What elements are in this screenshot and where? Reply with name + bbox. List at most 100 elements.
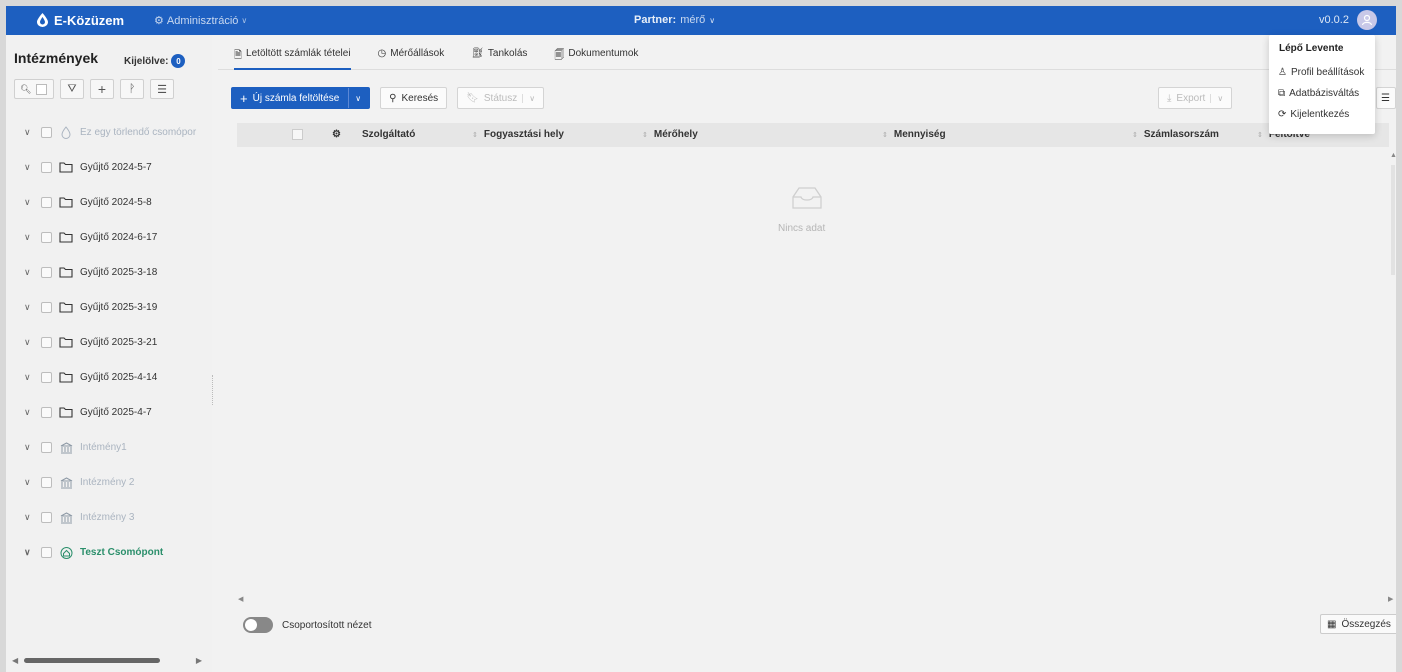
column-header[interactable]: ⇕ Fogyasztási hely xyxy=(472,129,564,140)
chevron-down-icon[interactable]: ∨ xyxy=(24,127,34,138)
tree-item-checkbox[interactable] xyxy=(41,162,52,173)
tree-item[interactable]: ∨ Ez egy törlendő csomópor xyxy=(24,115,214,150)
partner-select[interactable]: Partner: mérő ∨ xyxy=(634,14,715,26)
chevron-down-icon[interactable]: ∨ xyxy=(24,477,34,488)
chevron-down-icon[interactable]: ∨ xyxy=(1210,93,1223,103)
tree-item-checkbox[interactable] xyxy=(41,267,52,278)
tree-item[interactable]: ∨ Gyűjtő 2025-4-7 xyxy=(24,395,214,430)
folder-icon xyxy=(59,407,73,419)
search-checkbox[interactable] xyxy=(36,83,48,95)
chevron-down-icon[interactable]: ∨ xyxy=(522,93,535,103)
tab-fuel[interactable]: ⛽︎ Tankolás xyxy=(471,35,527,70)
branch-button[interactable]: ᚹ xyxy=(120,79,144,99)
search-button[interactable]: ⚲ Keresés xyxy=(380,87,448,109)
selected-label: Kijelölve: xyxy=(124,55,169,67)
tree-item[interactable]: ∨ Intézmény 3 xyxy=(24,500,214,535)
tree-item[interactable]: ∨ Gyűjtő 2025-4-14 xyxy=(24,360,214,395)
tab-gauge[interactable]: ◷ Mérőállások xyxy=(378,35,445,70)
tree-item[interactable]: ∨ Gyűjtő 2025-3-18 xyxy=(24,255,214,290)
menu-item-database-switch[interactable]: ⧉ Adatbázisváltás xyxy=(1269,83,1375,104)
tree-item-checkbox[interactable] xyxy=(41,302,52,313)
tree-item[interactable]: ∨ Gyűjtő 2025-3-21 xyxy=(24,325,214,360)
tree-item-checkbox[interactable] xyxy=(41,442,52,453)
table-vscrollbar[interactable]: ▲ ▼ xyxy=(1390,150,1396,620)
chevron-down-icon[interactable]: ∨ xyxy=(24,337,34,348)
chevron-down-icon[interactable]: ∨ xyxy=(24,547,34,558)
tree-item-checkbox[interactable] xyxy=(41,512,52,523)
tree-item-checkbox[interactable] xyxy=(41,477,52,488)
tree-item-checkbox[interactable] xyxy=(41,197,52,208)
chevron-down-icon[interactable]: ∨ xyxy=(24,512,34,523)
chevron-down-icon[interactable]: ∨ xyxy=(24,442,34,453)
resize-handle[interactable] xyxy=(212,375,215,405)
tree-item-checkbox[interactable] xyxy=(41,407,52,418)
chevron-down-icon[interactable]: ∨ xyxy=(24,197,34,208)
list-view-button[interactable]: ☰ xyxy=(150,79,174,99)
add-button[interactable]: + xyxy=(90,79,114,99)
scroll-thumb[interactable] xyxy=(24,657,160,663)
sidebar-toolbar: 🔍︎ ⛛ + ᚹ ☰ xyxy=(14,79,174,99)
column-header[interactable]: Szolgáltató xyxy=(362,129,415,140)
export-label: Export xyxy=(1176,92,1206,104)
tree-item-checkbox[interactable] xyxy=(41,337,52,348)
tree-item[interactable]: ∨ Gyűjtő 2024-6-17 xyxy=(24,220,214,255)
chevron-down-icon[interactable]: ∨ xyxy=(24,267,34,278)
tree-item[interactable]: ∨ Intémény1 xyxy=(24,430,214,465)
sidebar-search-button[interactable]: 🔍︎ xyxy=(14,79,54,99)
filter-button[interactable]: ⛛ xyxy=(60,79,84,99)
tree-item[interactable]: ∨ Gyűjtő 2025-3-19 xyxy=(24,290,214,325)
tree-item[interactable]: ∨ Intézmény 2 xyxy=(24,465,214,500)
column-header[interactable]: ⇕ Mérőhely xyxy=(642,129,698,140)
scroll-right-icon[interactable]: ▶ xyxy=(1388,595,1393,603)
home-icon xyxy=(59,546,73,559)
empty-inbox-icon xyxy=(792,187,822,209)
grouped-view-toggle[interactable] xyxy=(243,617,273,633)
tree-item-checkbox[interactable] xyxy=(41,232,52,243)
plus-icon: + xyxy=(97,81,107,97)
tree-item[interactable]: ∨ Gyűjtő 2024-5-7 xyxy=(24,150,214,185)
tree-item-label: Gyűjtő 2024-5-8 xyxy=(80,197,152,208)
column-settings-button[interactable]: ☰ xyxy=(1376,87,1396,109)
scroll-up-icon[interactable]: ▲ xyxy=(1390,152,1396,159)
chevron-down-icon: ∨ xyxy=(709,15,716,25)
plus-icon: + xyxy=(240,90,248,106)
scroll-right-icon[interactable]: ▶ xyxy=(196,656,202,665)
brand-title[interactable]: E-Közüzem xyxy=(54,13,124,28)
column-header[interactable]: ⇕ Mennyiség xyxy=(882,129,946,140)
folder-icon xyxy=(59,372,73,384)
export-button[interactable]: ⤓ Export ∨ xyxy=(1158,87,1233,109)
summary-button[interactable]: ▦ Összegzés xyxy=(1320,614,1396,634)
chevron-down-icon[interactable]: ∨ xyxy=(348,88,361,108)
chevron-down-icon[interactable]: ∨ xyxy=(24,372,34,383)
upload-invoice-button[interactable]: + Új számla feltöltése ∨ xyxy=(231,87,371,109)
tab-document[interactable]: 🗐︎ Dokumentumok xyxy=(554,35,638,70)
tree-item-checkbox[interactable] xyxy=(41,372,52,383)
gear-icon[interactable]: ⚙ xyxy=(332,129,341,140)
menu-item-logout[interactable]: ⟳ Kijelentkezés xyxy=(1269,104,1375,125)
column-header[interactable]: ⇕ Számlasorszám xyxy=(1132,129,1219,140)
tree-item-checkbox[interactable] xyxy=(41,127,52,138)
scroll-left-icon[interactable]: ◀ xyxy=(12,656,18,665)
chevron-down-icon: ∨ xyxy=(241,16,248,25)
menu-item-profile-settings[interactable]: ♙ Profil beállítások xyxy=(1269,62,1375,83)
tree-item-checkbox[interactable] xyxy=(41,547,52,558)
chevron-down-icon[interactable]: ∨ xyxy=(24,162,34,173)
user-avatar[interactable] xyxy=(1357,10,1377,30)
app-window: E-Közüzem ⚙ Adminisztráció ∨ Partner: mé… xyxy=(6,6,1396,672)
tree-item[interactable]: ∨ Teszt Csomópont xyxy=(24,535,214,570)
tree-item[interactable]: ∨ Gyűjtő 2024-5-8 xyxy=(24,185,214,220)
tab-invoice[interactable]: 🗎︎ Letöltött számlák tételei xyxy=(234,35,351,70)
status-button[interactable]: 🔖︎ Státusz ∨ xyxy=(457,87,545,109)
chevron-down-icon[interactable]: ∨ xyxy=(24,232,34,243)
tab-label: Letöltött számlák tételei xyxy=(246,48,351,59)
admin-menu[interactable]: ⚙ Adminisztráció ∨ xyxy=(154,14,248,28)
main-content: 🗎︎ Letöltött számlák tételei ◷ Mérőállások ⛽… xyxy=(218,35,1396,672)
select-all-checkbox[interactable] xyxy=(292,129,303,140)
scroll-thumb[interactable] xyxy=(1391,165,1395,275)
scroll-left-icon[interactable]: ◀ xyxy=(238,595,243,603)
chevron-down-icon[interactable]: ∨ xyxy=(24,407,34,418)
sidebar-hscrollbar[interactable]: ◀ ▶ xyxy=(12,655,202,665)
chevron-down-icon[interactable]: ∨ xyxy=(24,302,34,313)
top-bar: E-Közüzem ⚙ Adminisztráció ∨ Partner: mé… xyxy=(6,6,1396,35)
right-toolbar: ⤓ Export ∨ xyxy=(1158,87,1233,109)
